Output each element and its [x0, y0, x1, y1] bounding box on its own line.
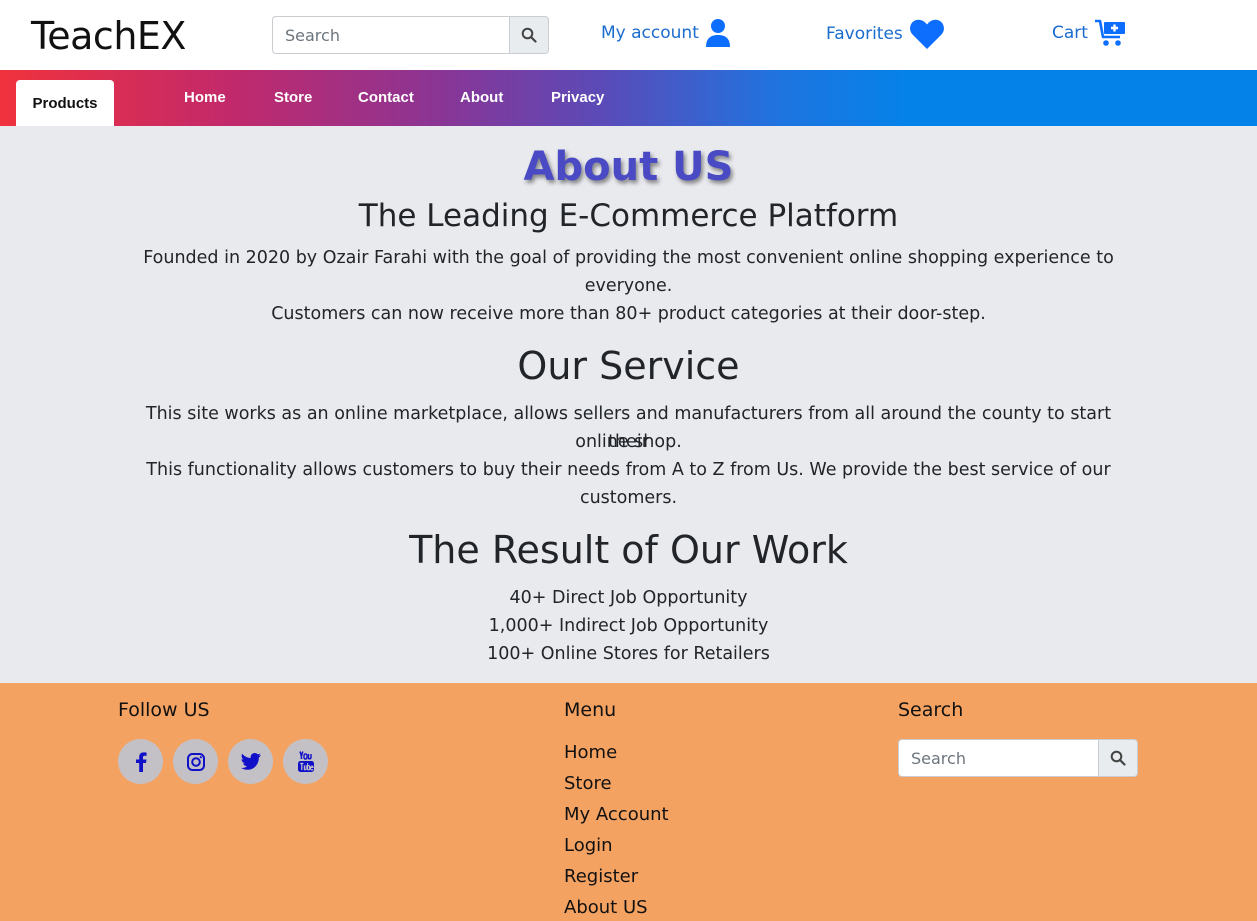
twitter-icon: [240, 753, 261, 770]
brand-logo[interactable]: TeachEX: [31, 14, 186, 58]
footer-menu-login[interactable]: Login: [564, 835, 613, 856]
platform-text-2: Customers can now receive more than 80+ …: [271, 304, 986, 324]
cart-label: Cart: [1052, 23, 1088, 43]
service-text-2a: This functionality allows customers to b…: [146, 460, 1111, 480]
result-item: 1,000+ Indirect Job Opportunity: [488, 616, 769, 636]
result-item: 40+ Direct Job Opportunity: [509, 588, 748, 608]
search-icon: [521, 27, 537, 43]
about-content: About US The Leading E-Commerce Platform…: [0, 126, 1257, 683]
header-search-button[interactable]: [509, 16, 549, 54]
cart-link[interactable]: Cart: [1052, 18, 1126, 48]
service-text-1b: online shop.: [575, 432, 682, 452]
menu-heading: Menu: [564, 699, 617, 721]
search-icon: [1110, 750, 1126, 766]
platform-text-1a: Founded in 2020 by Ozair Farahi with the…: [143, 248, 1114, 268]
search-heading: Search: [898, 699, 964, 721]
nav-store[interactable]: Store: [274, 89, 312, 106]
section-heading-platform: The Leading E-Commerce Platform: [358, 198, 899, 234]
nav-contact[interactable]: Contact: [358, 89, 414, 106]
my-account-link[interactable]: My account: [601, 18, 731, 48]
favorites-link[interactable]: Favorites: [826, 18, 945, 50]
instagram-icon: [186, 752, 205, 771]
main-navbar: Products Home Store Contact About Privac…: [0, 70, 1257, 126]
facebook-button[interactable]: [118, 739, 163, 784]
youtube-button[interactable]: [283, 739, 328, 784]
service-text-2b: customers.: [579, 488, 678, 508]
user-icon: [705, 19, 730, 47]
nav-privacy[interactable]: Privacy: [551, 89, 604, 106]
favorites-label: Favorites: [826, 24, 903, 44]
youtube-icon: [297, 750, 314, 772]
footer-menu-store[interactable]: Store: [564, 773, 612, 794]
footer-menu-register[interactable]: Register: [564, 866, 638, 887]
cart-plus-icon: [1094, 19, 1125, 46]
footer-search-input[interactable]: [898, 739, 1098, 777]
header-search-input[interactable]: [272, 16, 509, 54]
nav-about[interactable]: About: [460, 89, 503, 106]
my-account-label: My account: [601, 23, 699, 43]
page-title: About US: [523, 144, 734, 190]
facebook-icon: [135, 751, 147, 772]
instagram-button[interactable]: [173, 739, 218, 784]
nav-home[interactable]: Home: [184, 89, 226, 106]
footer-menu-home[interactable]: Home: [564, 742, 617, 763]
site-footer: Follow US Menu Search Home Store My Acco…: [0, 683, 1257, 921]
result-item: 100+ Online Stores for Retailers: [487, 644, 770, 664]
platform-text-1b: everyone.: [584, 276, 673, 296]
footer-menu-about-us[interactable]: About US: [564, 897, 648, 918]
footer-menu-my-account[interactable]: My Account: [564, 804, 669, 825]
follow-heading: Follow US: [118, 699, 210, 721]
footer-search: [898, 739, 1138, 777]
section-heading-service: Our Service: [517, 344, 740, 388]
twitter-button[interactable]: [228, 739, 273, 784]
footer-search-button[interactable]: [1098, 739, 1138, 777]
nav-products-tab[interactable]: Products: [16, 80, 114, 126]
section-heading-results: The Result of Our Work: [409, 528, 848, 572]
top-header: TeachEX My account Favorites Cart: [0, 0, 1257, 70]
header-search: [272, 16, 549, 54]
heart-icon: [909, 19, 944, 49]
